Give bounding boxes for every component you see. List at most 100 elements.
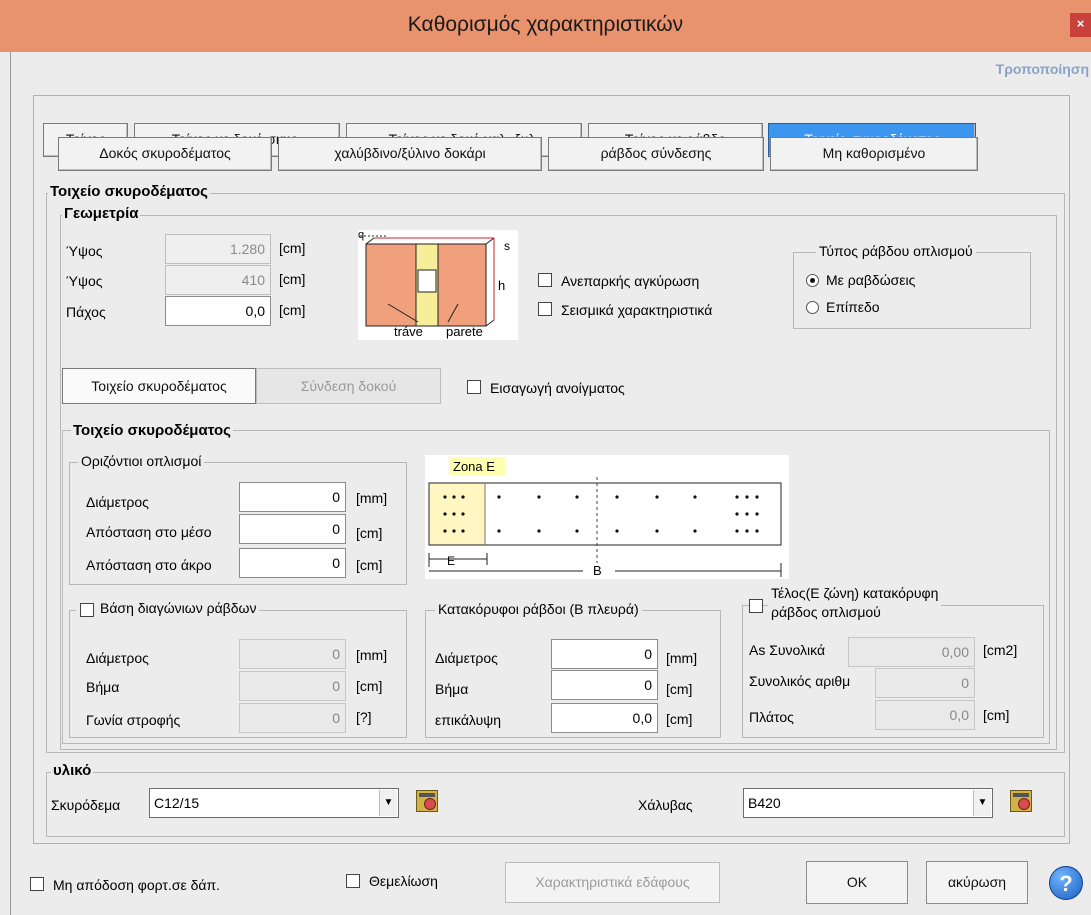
- d-rotation-field[interactable]: 0: [239, 703, 346, 733]
- foundation-checkbox[interactable]: [346, 874, 360, 888]
- end-zone-checkbox[interactable]: [749, 599, 763, 613]
- height1-label: Ύψος: [66, 243, 103, 259]
- d-step-unit: [cm]: [356, 678, 383, 694]
- insufficient-anchorage-label: Ανεπαρκής αγκύρωση: [561, 273, 700, 289]
- ok-button[interactable]: OK: [806, 861, 908, 904]
- ribbed-radio[interactable]: [806, 274, 819, 287]
- foundation-label: Θεμελίωση: [369, 873, 438, 889]
- h-diameter-label: Διάμετρος: [86, 494, 149, 510]
- tab-undefined[interactable]: Μη καθορισμένο: [770, 137, 978, 171]
- d-rotation-unit: [?]: [356, 709, 372, 725]
- as-total-label: As Συνολικά: [749, 642, 826, 658]
- height2-field[interactable]: 410: [165, 265, 271, 295]
- concrete-table-icon[interactable]: [416, 790, 438, 812]
- v-cover-unit: [cm]: [666, 711, 693, 727]
- b-dimension-label: B: [593, 563, 602, 578]
- v-diameter-label: Διάμετρος: [435, 650, 498, 666]
- section-title: Τοιχείο σκυροδέματος: [48, 183, 210, 200]
- thickness-unit: [cm]: [279, 302, 306, 318]
- help-icon[interactable]: ?: [1049, 866, 1083, 900]
- height1-unit: [cm]: [279, 240, 306, 256]
- plain-label: Επίπεδο: [826, 299, 880, 315]
- zone-e-diagram: Zona E E B: [425, 455, 789, 579]
- width-field[interactable]: 0,0: [875, 700, 975, 730]
- steel-select[interactable]: B420 ▼: [743, 788, 993, 818]
- v-step-unit: [cm]: [666, 681, 693, 697]
- concrete-value: C12/15: [154, 795, 200, 811]
- thickness-label: Πάχος: [66, 304, 106, 320]
- insufficient-anchorage-checkbox[interactable]: [538, 273, 552, 287]
- h-end-spacing-field[interactable]: 0: [239, 548, 346, 578]
- rebar-type-title: Τύπος ράβδου οπλισμού: [816, 243, 976, 259]
- concrete-label: Σκυρόδεμα: [51, 797, 121, 813]
- d-step-field[interactable]: 0: [239, 671, 346, 701]
- diagonal-title: Βάση διαγώνιων ράβδων: [76, 600, 260, 616]
- opening-label: Εισαγωγή ανοίγματος: [490, 380, 625, 396]
- rebar-type-group: [793, 252, 1031, 329]
- width-label: Πλάτος: [749, 709, 794, 725]
- diagram-label-parete: parete: [446, 324, 483, 339]
- subtab-concrete-wall[interactable]: Τοιχείο σκυροδέματος: [62, 368, 256, 404]
- steel-dropdown-icon[interactable]: ▼: [973, 790, 991, 816]
- thickness-field[interactable]: 0,0: [165, 296, 271, 326]
- diagonal-checkbox[interactable]: [80, 603, 94, 617]
- steel-value: B420: [748, 795, 781, 811]
- end-zone-title-line1: Τέλος(Ε ζώνη) κατακόρυφη: [771, 585, 939, 601]
- as-total-unit: [cm2]: [983, 642, 1018, 658]
- v-diameter-unit: [mm]: [666, 650, 698, 666]
- close-button[interactable]: ×: [1070, 13, 1091, 37]
- width-unit: [cm]: [983, 707, 1010, 723]
- diagram-label-h: h: [498, 278, 505, 293]
- opening-checkbox[interactable]: [467, 380, 481, 394]
- seismic-checkbox[interactable]: [538, 302, 552, 316]
- steel-label: Χάλυβας: [638, 797, 693, 813]
- v-diameter-field[interactable]: 0: [551, 639, 658, 669]
- as-total-field[interactable]: 0,00: [848, 637, 975, 667]
- d-rotation-label: Γωνία στροφής: [86, 712, 181, 728]
- modify-link[interactable]: Τροποποίηση: [996, 61, 1089, 77]
- steel-table-icon[interactable]: [1010, 790, 1032, 812]
- no-load-label: Μη απόδοση φορτ.σε δάπ.: [53, 877, 221, 893]
- wall-reinforcement-title: Τοιχείο σκυροδέματος: [71, 422, 233, 439]
- total-count-field[interactable]: 0: [875, 668, 975, 698]
- tab-connection-bar[interactable]: ράβδος σύνδεσης: [548, 137, 764, 171]
- end-zone-title: Τέλος(Ε ζώνη) κατακόρυφη ράβδος οπλισμού: [768, 584, 942, 622]
- d-diameter-field[interactable]: 0: [239, 639, 346, 669]
- height1-field[interactable]: 1.280: [165, 234, 271, 264]
- subtab-beam-connection[interactable]: Σύνδεση δοκού: [256, 368, 441, 404]
- v-cover-field[interactable]: 0,0: [551, 703, 658, 733]
- material-title: υλικό: [51, 762, 94, 779]
- v-step-label: Βήμα: [435, 681, 469, 697]
- zone-e-label: Zona E: [453, 459, 495, 474]
- height2-label: Ύψος: [66, 273, 103, 289]
- horizontal-title: Οριζόντιοι οπλισμοί: [78, 453, 205, 469]
- d-step-label: Βήμα: [86, 679, 120, 695]
- d-diameter-unit: [mm]: [356, 647, 388, 663]
- soil-properties-button[interactable]: Χαρακτηριστικά εδάφους: [505, 862, 720, 903]
- plain-radio[interactable]: [806, 301, 819, 314]
- no-load-checkbox[interactable]: [30, 877, 44, 891]
- seismic-label: Σεισμικά χαρακτηριστικά: [561, 302, 713, 318]
- tab-steel-wood-beam[interactable]: χαλύβδινο/ξύλινο δοκάρι: [278, 137, 542, 171]
- concrete-select[interactable]: C12/15 ▼: [149, 788, 399, 818]
- diagram-label-trave: tráve: [394, 324, 423, 339]
- v-step-field[interactable]: 0: [551, 670, 658, 700]
- e-dimension-label: E: [447, 554, 455, 568]
- d-diameter-label: Διάμετρος: [86, 650, 149, 666]
- end-zone-title-line2: ράβδος οπλισμού: [771, 604, 881, 620]
- total-count-label: Συνολικός αριθμ: [749, 673, 851, 689]
- wall-geometry-diagram: q s h tráve parete: [358, 230, 518, 340]
- window-title: Καθορισμός χαρακτηριστικών: [407, 13, 684, 36]
- diagram-label-q: q: [358, 230, 364, 241]
- window-border: [10, 52, 11, 915]
- cancel-button[interactable]: ακύρωση: [926, 861, 1028, 904]
- h-mid-spacing-field[interactable]: 0: [239, 514, 346, 544]
- v-cover-label: επικάλυψη: [435, 712, 502, 728]
- concrete-dropdown-icon[interactable]: ▼: [379, 790, 397, 816]
- ribbed-label: Με ραβδώσεις: [826, 272, 916, 288]
- title-bar: Καθορισμός χαρακτηριστικών ×: [0, 0, 1091, 52]
- tab-concrete-beam[interactable]: Δοκός σκυροδέματος: [58, 137, 272, 171]
- h-mid-spacing-label: Απόσταση στο μέσο: [86, 524, 212, 540]
- h-diameter-field[interactable]: 0: [239, 482, 346, 512]
- h-mid-spacing-unit: [cm]: [356, 525, 383, 541]
